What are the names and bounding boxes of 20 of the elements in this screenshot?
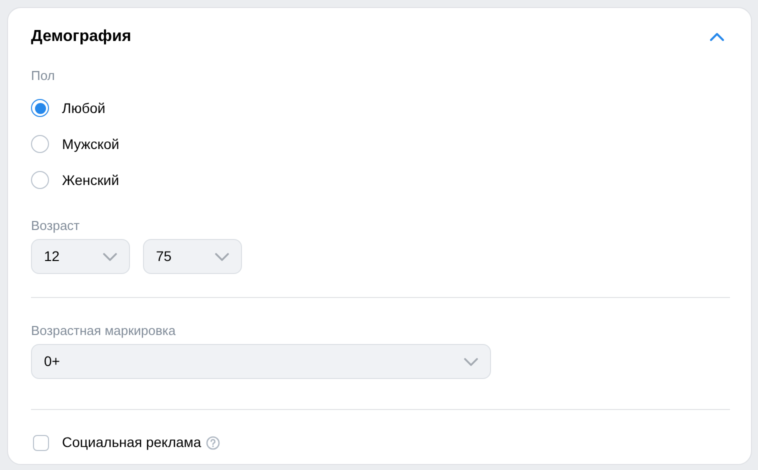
dropdown[interactable]: 0+	[31, 344, 491, 379]
collapse-toggle[interactable]	[707, 30, 727, 44]
chevron-down-icon	[103, 252, 117, 260]
field-label: Возрастная маркировка	[31, 322, 177, 337]
help-icon[interactable]	[206, 436, 220, 450]
field-label: Пол	[31, 67, 56, 82]
radio-button[interactable]	[31, 99, 49, 117]
checkbox[interactable]	[33, 434, 49, 450]
radio-label[interactable]: Любой	[62, 98, 106, 118]
dropdown[interactable]: 75	[143, 239, 242, 274]
dropdown[interactable]: 12	[31, 239, 130, 274]
checkbox-label[interactable]: Социальная реклама	[62, 432, 202, 453]
radio-label[interactable]: Мужской	[62, 134, 120, 154]
chevron-down-icon	[215, 252, 229, 260]
field-label: Возраст	[31, 217, 81, 232]
section-title: Демография	[31, 27, 132, 47]
radio-button[interactable]	[31, 135, 49, 153]
radio-label[interactable]: Женский	[62, 170, 120, 190]
radio-button[interactable]	[31, 171, 49, 189]
chevron-down-icon	[464, 358, 478, 366]
